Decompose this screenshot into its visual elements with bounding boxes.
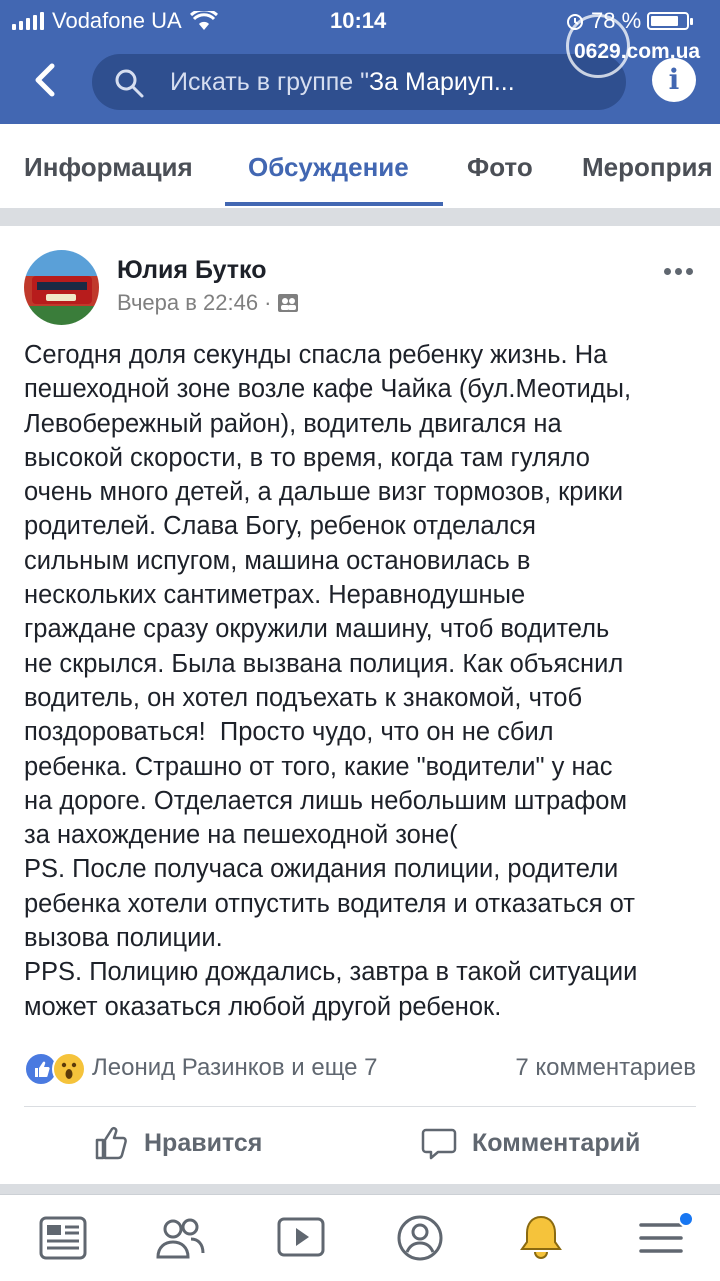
- post-timestamp[interactable]: Вчера в 22:46: [117, 290, 258, 316]
- post-author[interactable]: Юлия Бутко: [117, 256, 267, 285]
- comment-button[interactable]: Комментарий: [420, 1124, 640, 1162]
- group-info-button[interactable]: i: [652, 58, 696, 102]
- post-options-icon[interactable]: [664, 268, 693, 275]
- comment-icon: [421, 1128, 457, 1160]
- tab-discussion[interactable]: Обсуждение: [248, 152, 409, 183]
- tab-photos[interactable]: Фото: [467, 152, 533, 183]
- search-group-name: За Мариуп...: [369, 68, 515, 96]
- bottom-nav: [0, 1194, 720, 1281]
- comment-label: Комментарий: [472, 1128, 641, 1157]
- group-tabs: Информация Обсуждение Фото Мероприя: [0, 124, 720, 209]
- group-privacy-icon: [278, 294, 299, 312]
- tab-events[interactable]: Мероприя: [582, 152, 713, 183]
- profile-icon[interactable]: [393, 1213, 447, 1263]
- wifi-icon: [189, 11, 218, 30]
- comments-count[interactable]: 7 комментариев: [515, 1054, 696, 1082]
- carrier-name: Vodafone UA: [52, 8, 182, 33]
- top-bar: Vodafone UA 10:14 78 % Искать в группе "…: [0, 0, 720, 124]
- group-search-input[interactable]: Искать в группе "За Мариуп...: [92, 54, 626, 110]
- wow-reaction-icon: [52, 1052, 86, 1086]
- avatar[interactable]: [24, 250, 99, 325]
- active-tab-indicator: [225, 202, 443, 206]
- watch-icon[interactable]: [274, 1213, 328, 1263]
- signal-icon: [12, 12, 44, 30]
- post-text: Сегодня доля секунды спасла ребенку жизн…: [24, 341, 638, 1021]
- reactions-bar[interactable]: Леонид Разинков и еще 7 7 комментариев: [24, 1052, 696, 1086]
- back-arrow-icon[interactable]: [28, 60, 64, 100]
- notifications-bell-icon[interactable]: [514, 1213, 568, 1263]
- clock: 10:14: [330, 8, 387, 33]
- post-card: Юлия Бутко Вчера в 22:46 · Сегодня доля …: [0, 226, 720, 1184]
- thumbs-up-icon: [95, 1126, 127, 1160]
- search-icon: [115, 69, 144, 98]
- friends-icon[interactable]: [153, 1213, 207, 1263]
- menu-notification-dot: [678, 1211, 694, 1227]
- tab-info[interactable]: Информация: [24, 152, 193, 183]
- like-button[interactable]: Нравится: [92, 1124, 262, 1162]
- reactions-text: Леонид Разинков и еще 7: [92, 1054, 378, 1081]
- search-placeholder: Искать в группе ": [170, 68, 369, 96]
- news-feed-icon[interactable]: [36, 1213, 90, 1263]
- like-label: Нравится: [144, 1128, 263, 1157]
